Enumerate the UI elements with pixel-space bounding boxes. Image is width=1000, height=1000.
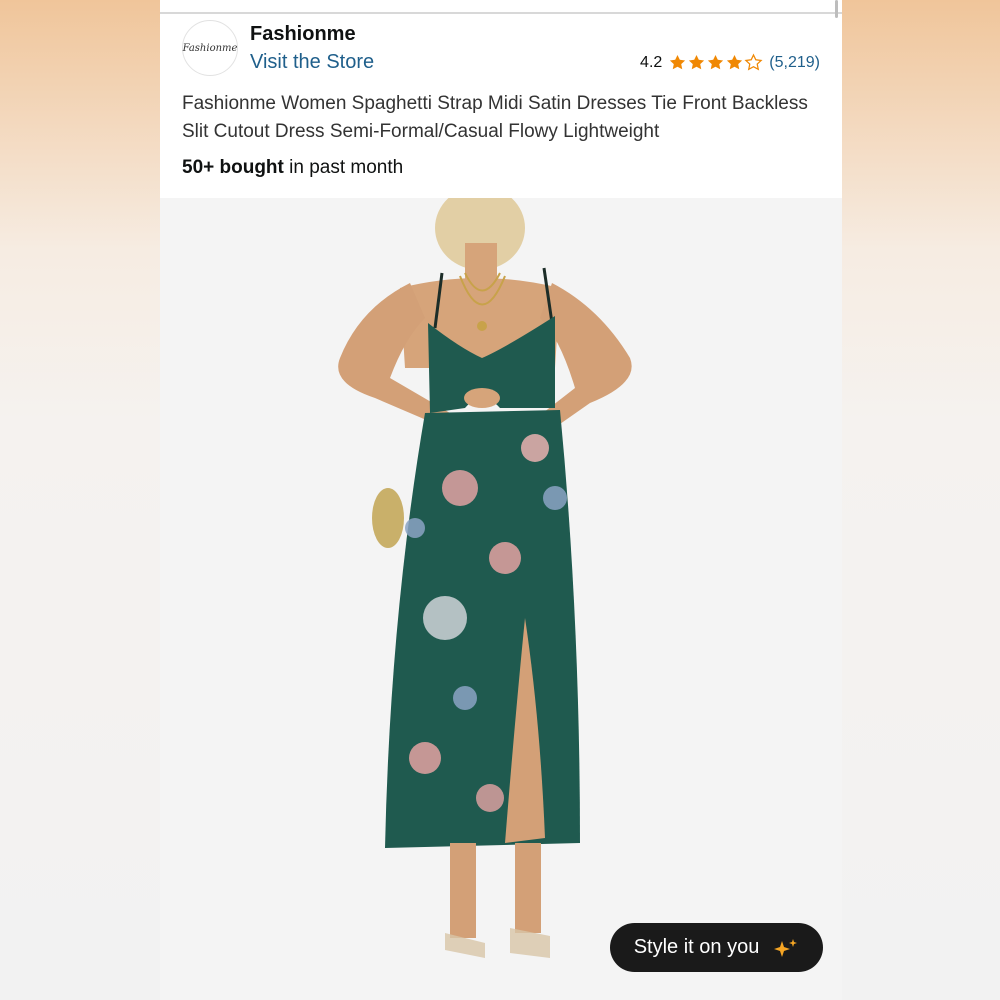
bought-count: 50+ bought: [182, 157, 284, 178]
star-full-icon: [689, 54, 705, 70]
star-full-icon: [670, 54, 686, 70]
left-background-blur: [0, 0, 160, 1000]
star-full-icon: [727, 54, 743, 70]
dress-photo[interactable]: [160, 186, 842, 1000]
store-name[interactable]: Fashionme: [250, 23, 356, 46]
bought-period: in past month: [283, 157, 404, 178]
rating-value: 4.2: [640, 53, 663, 71]
top-divider: [160, 12, 842, 14]
product-panel: Fashionme Fashionme Visit the Store 4.2 …: [160, 0, 842, 1000]
star-empty-icon: [744, 53, 763, 71]
product-image-area[interactable]: Style it on you: [160, 186, 842, 1000]
style-it-on-you-button[interactable]: Style it on you: [610, 923, 823, 972]
star-full-icon: [708, 54, 724, 70]
review-count-link[interactable]: (5,219): [769, 54, 820, 72]
product-title[interactable]: Fashionme Women Spaghetti Strap Midi Sat…: [182, 90, 822, 146]
rating-summary[interactable]: 4.2 (5,219): [640, 53, 820, 72]
scroll-indicator[interactable]: [835, 0, 838, 18]
store-logo-text: Fashionme: [182, 42, 238, 54]
product-header: Fashionme Fashionme Visit the Store 4.2 …: [160, 0, 842, 198]
sparkle-icon: [774, 938, 798, 957]
rating-stars: [668, 53, 763, 72]
visit-store-link[interactable]: Visit the Store: [250, 51, 374, 74]
store-logo[interactable]: Fashionme: [182, 20, 238, 76]
bought-info: 50+ bought in past month: [182, 157, 403, 179]
style-button-label: Style it on you: [633, 936, 760, 958]
right-background-blur: [840, 0, 1000, 1000]
